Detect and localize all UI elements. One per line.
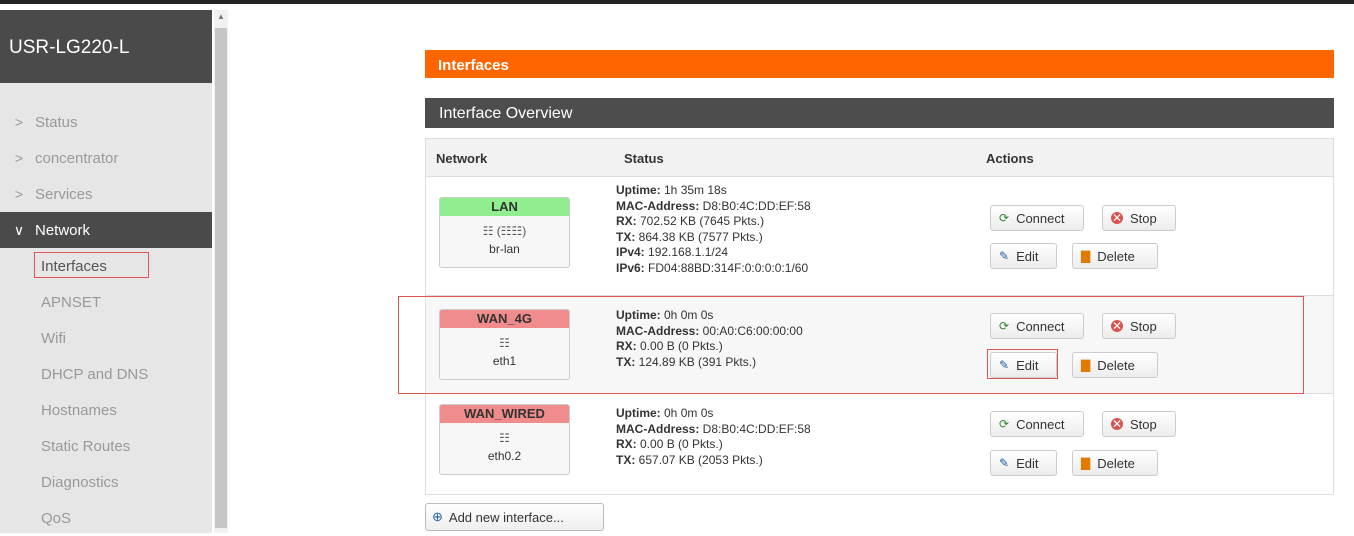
status-value: 0h 0m 0s xyxy=(660,406,714,420)
chevron-right-icon: > xyxy=(14,186,24,202)
nav-item-label: Status xyxy=(35,113,78,131)
add-interface-label: Add new interface... xyxy=(448,509,564,525)
button-label: Edit xyxy=(1016,455,1039,471)
status-value: FD04:88BD:314F:0:0:0:0:1/60 xyxy=(644,260,809,275)
add-interface-button[interactable]: ⊕ Add new interface... xyxy=(425,503,604,531)
sidebar-item-dhcp-dns[interactable]: DHCP and DNS xyxy=(0,356,212,392)
sidebar-item-apnset[interactable]: APNSET xyxy=(0,284,212,320)
status-value: 192.168.1.1/24 xyxy=(644,245,729,259)
network-card-wan-wired[interactable]: WAN_WIRED ☷ eth0.2 xyxy=(439,404,570,475)
nav-item-concentrator[interactable]: > concentrator xyxy=(0,140,212,176)
status-value: D8:B0:4C:DD:EF:58 xyxy=(699,198,811,213)
status-value: 702.52 KB (7645 Pkts.) xyxy=(636,214,765,228)
button-label: Delete xyxy=(1097,248,1135,264)
status-key: MAC-Address: xyxy=(616,198,700,213)
table-header: Network Status Actions xyxy=(426,139,1333,177)
button-label: Connect xyxy=(1016,416,1065,432)
sidebar-item-hostnames[interactable]: Hostnames xyxy=(0,392,212,428)
status-key: IPv6: xyxy=(616,260,645,275)
status-block: Uptime: 0h 0m 0s MAC-Address: D8:B0:4C:D… xyxy=(616,406,811,468)
nav-item-label: Network xyxy=(35,221,91,239)
button-label: Connect xyxy=(1016,210,1065,226)
network-name: WAN_WIRED xyxy=(440,405,569,423)
stop-icon: ✕ xyxy=(1111,417,1123,431)
header-actions: Actions xyxy=(986,151,1034,166)
edit-icon: ✎ xyxy=(999,456,1010,470)
status-value: D8:B0:4C:DD:EF:58 xyxy=(699,421,811,436)
add-icon: ⊕ xyxy=(432,509,443,524)
status-key: IPv4: xyxy=(616,245,645,259)
table-row: WAN_WIRED ☷ eth0.2 Uptime: 0h 0m 0s MAC-… xyxy=(426,394,1333,494)
status-key: RX: xyxy=(616,214,637,228)
trash-icon: ▇ xyxy=(1081,249,1091,263)
stop-icon: ✕ xyxy=(1111,211,1123,225)
nav-item-services[interactable]: > Services xyxy=(0,176,212,212)
refresh-icon: ⟳ xyxy=(999,417,1010,431)
nav-item-network[interactable]: ∨ Network xyxy=(0,212,212,248)
sidebar-item-static-routes[interactable]: Static Routes xyxy=(0,428,212,464)
top-border xyxy=(0,0,1354,4)
status-block: Uptime: 1h 35m 18s MAC-Address: D8:B0:4C… xyxy=(616,183,811,276)
stop-button[interactable]: ✕ Stop xyxy=(1102,411,1176,437)
network-port-icon: ☷ (☷☷) xyxy=(482,224,527,238)
network-card-lan[interactable]: LAN ☷ (☷☷) br-lan xyxy=(439,197,570,268)
chevron-right-icon: > xyxy=(14,114,24,130)
sidebar-item-qos[interactable]: QoS xyxy=(0,500,212,536)
button-label: Edit xyxy=(1016,248,1039,264)
status-key: RX: xyxy=(616,437,637,451)
table-row: LAN ☷ (☷☷) br-lan Uptime: 1h 35m 18s MAC… xyxy=(426,176,1333,296)
nav-item-label: concentrator xyxy=(35,149,119,167)
header-network: Network xyxy=(436,151,488,166)
scroll-thumb[interactable] xyxy=(215,28,227,528)
connect-button[interactable]: ⟳ Connect xyxy=(990,411,1084,437)
highlight-box-interfaces xyxy=(34,252,149,278)
nav-item-status[interactable]: > Status xyxy=(0,104,212,140)
nav-item-label: Services xyxy=(35,185,93,203)
sidebar-item-wifi[interactable]: Wifi xyxy=(0,320,212,356)
status-value: 864.38 KB (7577 Pkts.) xyxy=(635,229,763,244)
sidebar-scrollbar[interactable]: ▲ xyxy=(214,10,228,533)
sidebar-item-diagnostics[interactable]: Diagnostics xyxy=(0,464,212,500)
page-title: Interfaces xyxy=(425,50,1334,78)
network-name: LAN xyxy=(440,198,569,216)
network-device: eth0.2 xyxy=(487,449,522,463)
button-label: Stop xyxy=(1130,416,1157,432)
status-value: 1h 35m 18s xyxy=(660,183,727,197)
status-value: 657.07 KB (2053 Pkts.) xyxy=(635,452,763,467)
edit-button[interactable]: ✎ Edit xyxy=(990,243,1057,269)
section-title: Interface Overview xyxy=(425,98,1334,128)
network-port-icon: ☷ xyxy=(499,431,510,445)
network-device: br-lan xyxy=(489,242,520,256)
scroll-up-arrow-icon[interactable]: ▲ xyxy=(216,12,226,22)
stop-button[interactable]: ✕ Stop xyxy=(1102,205,1176,231)
status-value: 0.00 B (0 Pkts.) xyxy=(636,437,723,451)
edit-icon: ✎ xyxy=(999,249,1010,263)
chevron-down-icon: ∨ xyxy=(13,221,25,238)
edit-button[interactable]: ✎ Edit xyxy=(990,450,1057,476)
status-key: TX: xyxy=(616,229,636,244)
button-label: Stop xyxy=(1130,210,1157,226)
delete-button[interactable]: ▇ Delete xyxy=(1072,243,1158,269)
button-label: Delete xyxy=(1097,455,1135,471)
brand-title: USR-LG220-L xyxy=(0,10,212,83)
connect-button[interactable]: ⟳ Connect xyxy=(990,205,1084,231)
delete-button[interactable]: ▇ Delete xyxy=(1072,450,1158,476)
highlight-box-wan-4g-row xyxy=(398,296,1304,394)
highlight-box-edit-button xyxy=(987,349,1058,379)
status-key: TX: xyxy=(616,452,636,467)
header-status: Status xyxy=(624,151,664,166)
trash-icon: ▇ xyxy=(1081,456,1091,470)
refresh-icon: ⟳ xyxy=(999,211,1010,225)
chevron-right-icon: > xyxy=(14,150,24,166)
status-key: Uptime: xyxy=(616,183,661,197)
status-key: Uptime: xyxy=(616,406,661,420)
status-key: MAC-Address: xyxy=(616,421,700,436)
